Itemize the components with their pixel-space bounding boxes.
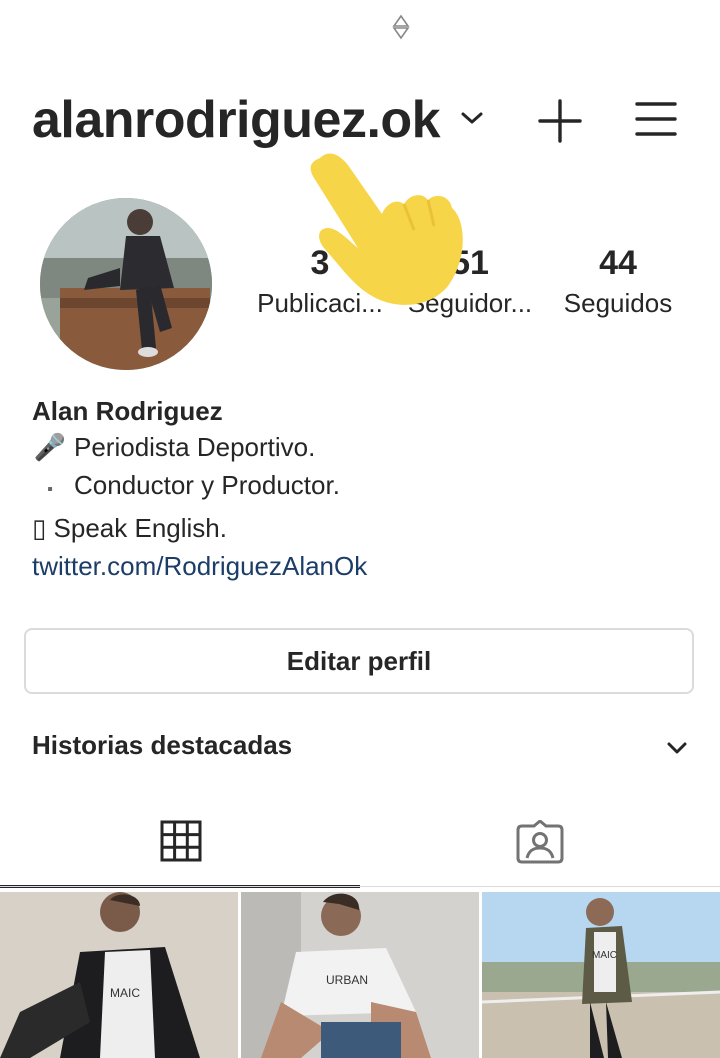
bio-line: ▯ Speak English. (32, 509, 692, 547)
new-post-button[interactable] (537, 98, 583, 144)
profile-avatar[interactable] (40, 198, 212, 370)
posts-grid: MAIC URBAN MAIC (0, 892, 720, 1058)
missing-glyph-icon: ▯ (32, 513, 47, 543)
tab-posts-grid[interactable] (0, 800, 360, 888)
stat-following[interactable]: 44 Seguidos (538, 240, 698, 320)
sort-arrows-icon (392, 14, 410, 40)
bio-link[interactable]: twitter.com/RodriguezAlanOk (32, 547, 692, 585)
svg-text:MAIC: MAIC (592, 950, 617, 961)
stat-label: Seguidos (563, 288, 673, 318)
bio-line-text: Periodista Deportivo. (74, 432, 316, 462)
stat-value: 44 (599, 244, 637, 282)
tab-tagged[interactable] (360, 800, 720, 888)
bio-line: 🎤 Periodista Deportivo. (32, 428, 692, 466)
bio-line-text: Speak English. (53, 513, 227, 543)
bio-line: ▪ Conductor y Productor. (32, 466, 692, 509)
profile-bio: Alan Rodriguez 🎤 Periodista Deportivo. ▪ C… (32, 394, 692, 585)
tabs-divider (0, 886, 720, 887)
post-thumbnail[interactable]: MAIC (0, 892, 238, 1058)
square-icon: ▪ (47, 481, 53, 498)
bio-line-text: Conductor y Productor. (74, 470, 340, 500)
svg-text:MAIC: MAIC (110, 986, 140, 1000)
grid-icon (160, 820, 202, 862)
post-thumbnail[interactable]: URBAN (241, 892, 479, 1058)
username-title[interactable]: alanrodriguez.ok (32, 90, 441, 150)
chevron-down-icon[interactable] (664, 738, 690, 758)
full-name: Alan Rodriguez (32, 396, 223, 426)
chevron-down-icon[interactable] (458, 108, 486, 128)
tagged-person-icon (516, 820, 564, 864)
microphone-icon: 🎤 (33, 432, 67, 462)
menu-icon[interactable] (634, 100, 678, 138)
svg-text:URBAN: URBAN (326, 973, 368, 987)
post-thumbnail[interactable]: MAIC (482, 892, 720, 1058)
highlights-title[interactable]: Historias destacadas (32, 730, 292, 761)
profile-tabs (0, 800, 720, 888)
edit-profile-button[interactable]: Editar perfil (24, 628, 694, 694)
pointing-hand-icon (310, 153, 463, 305)
